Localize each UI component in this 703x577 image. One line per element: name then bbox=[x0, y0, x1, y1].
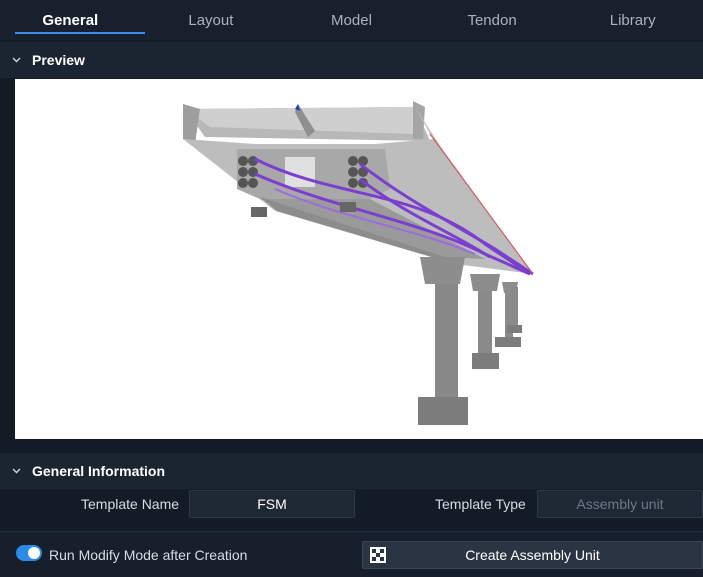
general-information-title: General Information bbox=[32, 463, 166, 479]
tab-model[interactable]: Model bbox=[281, 0, 422, 40]
template-name-label: Template Name bbox=[81, 496, 180, 512]
general-information-section-header[interactable]: General Information bbox=[0, 453, 703, 489]
toggle-knob bbox=[28, 547, 40, 559]
3d-bridge-model-icon bbox=[183, 101, 534, 425]
assembly-unit-icon bbox=[370, 547, 386, 563]
template-type-field: Assembly unit bbox=[537, 490, 703, 518]
create-assembly-unit-button[interactable]: Create Assembly Unit bbox=[362, 541, 703, 569]
run-modify-mode-toggle[interactable] bbox=[16, 545, 42, 561]
preview-viewport[interactable] bbox=[15, 79, 703, 439]
preview-section-header[interactable]: Preview bbox=[0, 42, 703, 78]
tab-general[interactable]: General bbox=[0, 0, 145, 40]
tab-layout[interactable]: Layout bbox=[141, 0, 282, 40]
tab-library[interactable]: Library bbox=[562, 0, 703, 40]
tab-bar: General Layout Model Tendon Library bbox=[0, 0, 703, 40]
create-assembly-unit-label: Create Assembly Unit bbox=[465, 547, 600, 563]
chevron-down-icon bbox=[0, 57, 32, 63]
preview-title: Preview bbox=[32, 52, 85, 68]
template-type-value: Assembly unit bbox=[576, 496, 664, 512]
tab-tendon[interactable]: Tendon bbox=[422, 0, 563, 40]
template-name-value: FSM bbox=[257, 496, 287, 512]
chevron-down-icon bbox=[0, 468, 32, 474]
run-modify-mode-label: Run Modify Mode after Creation bbox=[49, 547, 248, 563]
template-name-field[interactable]: FSM bbox=[189, 490, 355, 518]
template-type-label: Template Type bbox=[435, 496, 526, 512]
